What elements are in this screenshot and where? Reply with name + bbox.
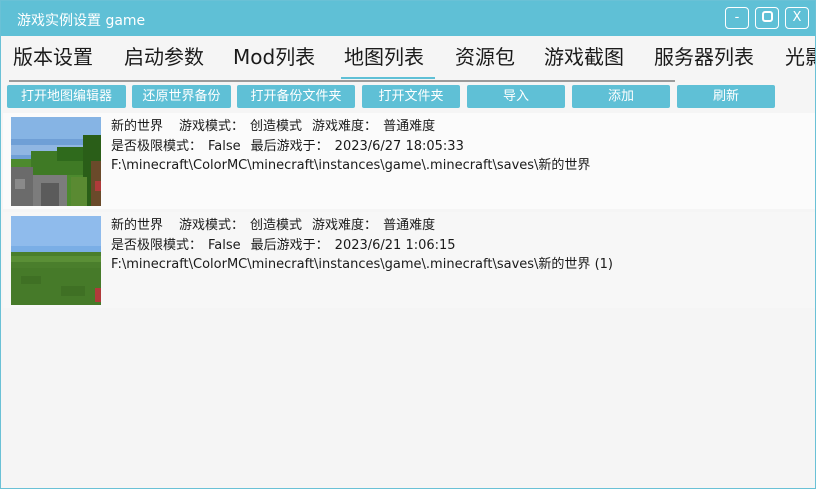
tab-server-list[interactable]: 服务器列表	[654, 41, 754, 70]
difficulty-label: 游戏难度：	[312, 218, 378, 233]
tab-screenshots[interactable]: 游戏截图	[544, 41, 624, 70]
world-info-line-2: 是否极限模式： False 最后游戏于： 2023/6/27 18:05:33	[111, 137, 590, 157]
tab-version-settings[interactable]: 版本设置	[13, 41, 93, 70]
maximize-button[interactable]	[755, 7, 779, 29]
world-path: F:\minecraft\ColorMC\minecraft\instances…	[111, 257, 613, 272]
tab-mod-list[interactable]: Mod列表	[233, 41, 315, 70]
world-info-line-2: 是否极限模式： False 最后游戏于： 2023/6/21 1:06:15	[111, 236, 613, 256]
open-folder-button[interactable]: 打开文件夹	[362, 85, 460, 108]
world-info: 新的世界 游戏模式： 创造模式 游戏难度： 普通难度 是否极限模式： False 最后游戏于…	[111, 117, 590, 176]
restore-backup-button[interactable]: 还原世界备份	[132, 85, 231, 108]
tab-shaders[interactable]: 光影	[785, 41, 815, 70]
maximize-icon	[761, 10, 773, 22]
tab-launch-args[interactable]: 启动参数	[124, 41, 204, 70]
tab-resource-packs[interactable]: 资源包	[455, 41, 515, 70]
game-mode-label: 游戏模式：	[179, 119, 245, 134]
add-button[interactable]: 添加	[572, 85, 670, 108]
world-name: 新的世界	[111, 218, 164, 233]
last-played-value: 2023/6/21 1:06:15	[334, 237, 456, 253]
toolbar: 打开地图编辑器 还原世界备份 打开备份文件夹 打开文件夹 导入 添加 刷新	[1, 85, 815, 109]
world-info: 新的世界 游戏模式： 创造模式 游戏难度： 普通难度 是否极限模式： False 最后游戏于…	[111, 216, 613, 275]
window-title: 游戏实例设置 game	[17, 13, 146, 29]
last-played-value: 2023/6/27 18:05:33	[334, 138, 464, 154]
game-mode-label: 游戏模式：	[179, 218, 245, 233]
title-bar[interactable]: 游戏实例设置 game - X	[1, 1, 815, 36]
difficulty-value: 普通难度	[383, 119, 436, 134]
game-mode-value: 创造模式	[250, 119, 303, 134]
game-mode-value: 创造模式	[250, 218, 303, 233]
world-name: 新的世界	[111, 119, 164, 134]
tab-bar-divider	[9, 80, 675, 82]
last-played-label: 最后游戏于：	[250, 138, 329, 154]
last-played-label: 最后游戏于：	[250, 237, 329, 253]
hardcore-value: False	[208, 237, 241, 253]
close-button[interactable]: X	[785, 7, 809, 29]
world-thumbnail	[11, 216, 101, 305]
selected-tab-indicator	[341, 77, 435, 79]
hardcore-label: 是否极限模式：	[111, 237, 203, 253]
tab-bar: 版本设置 启动参数 Mod列表 地图列表 资源包 游戏截图 服务器列表 光影	[1, 37, 815, 79]
world-info-line-1: 新的世界 游戏模式： 创造模式 游戏难度： 普通难度	[111, 117, 590, 137]
hardcore-value: False	[208, 138, 241, 154]
difficulty-value: 普通难度	[383, 218, 436, 233]
world-thumbnail	[11, 117, 101, 206]
world-item[interactable]: 新的世界 游戏模式： 创造模式 游戏难度： 普通难度 是否极限模式： False 最后游戏于…	[3, 113, 815, 209]
world-list: 新的世界 游戏模式： 创造模式 游戏难度： 普通难度 是否极限模式： False 最后游戏于…	[3, 113, 815, 488]
import-button[interactable]: 导入	[467, 85, 565, 108]
world-path: F:\minecraft\ColorMC\minecraft\instances…	[111, 158, 591, 173]
open-backup-folder-button[interactable]: 打开备份文件夹	[237, 85, 355, 108]
tab-map-list[interactable]: 地图列表	[344, 41, 424, 70]
minimize-button[interactable]: -	[725, 7, 749, 29]
refresh-button[interactable]: 刷新	[677, 85, 775, 108]
hardcore-label: 是否极限模式：	[111, 138, 203, 154]
world-item[interactable]: 新的世界 游戏模式： 创造模式 游戏难度： 普通难度 是否极限模式： False 最后游戏于…	[3, 212, 815, 308]
open-map-editor-button[interactable]: 打开地图编辑器	[7, 85, 126, 108]
world-info-line-1: 新的世界 游戏模式： 创造模式 游戏难度： 普通难度	[111, 216, 613, 236]
difficulty-label: 游戏难度：	[312, 119, 378, 134]
instance-settings-window: 游戏实例设置 game - X 版本设置 启动参数 Mod列表 地图列表 资源包…	[0, 0, 816, 489]
